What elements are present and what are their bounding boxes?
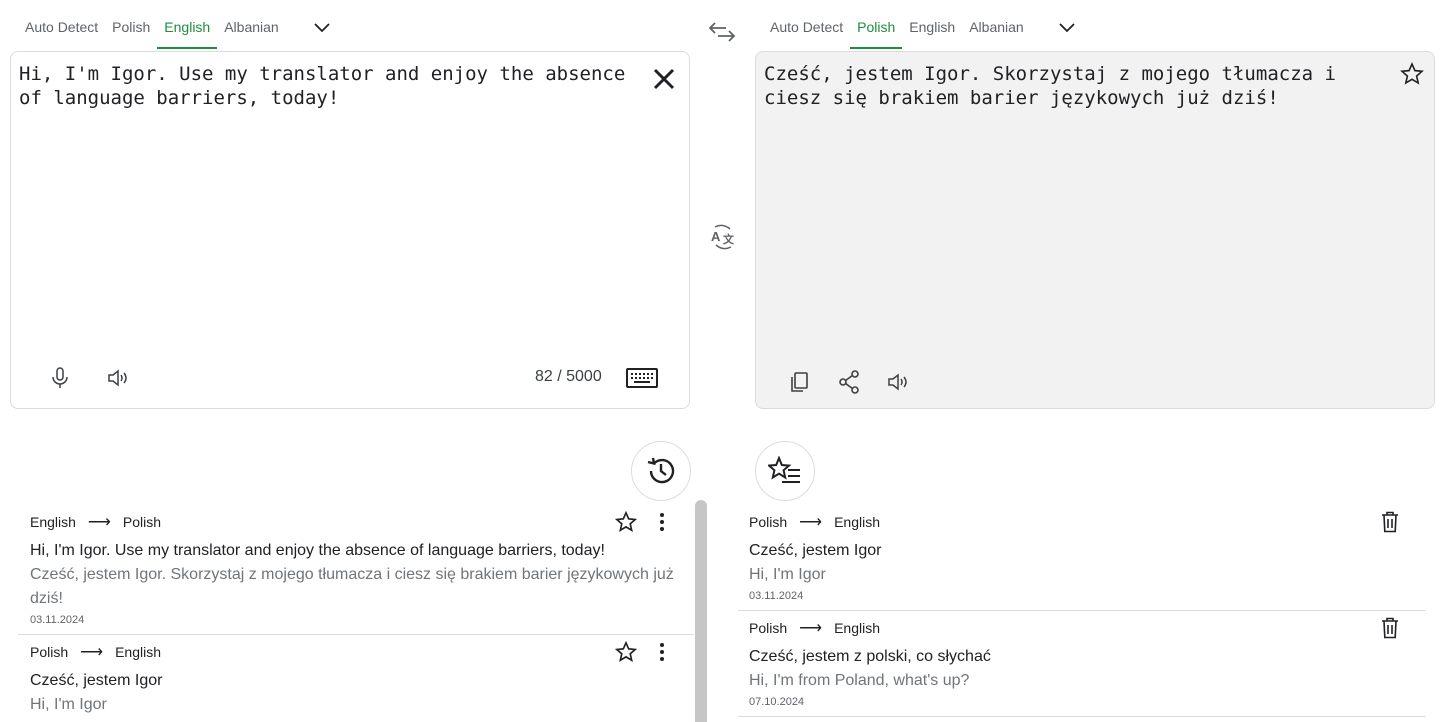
history-button[interactable]: [631, 441, 691, 501]
entry-source-text: Hi, I'm Igor. Use my translator and enjo…: [30, 542, 605, 559]
target-tab-english[interactable]: English: [902, 19, 962, 49]
entry-to-language: English: [834, 514, 880, 530]
arrow-right-icon: ⟶: [799, 620, 823, 637]
speaker-icon: [888, 373, 907, 391]
entry-target-text: Hi, I'm Igor: [30, 696, 107, 713]
star-icon: [615, 641, 637, 662]
entry-source-text: Cześć, jestem Igor: [749, 542, 882, 559]
entry-language-pair: Polish ⟶ English: [30, 643, 694, 661]
more-vert-icon: [660, 643, 664, 661]
target-listen-button[interactable]: [884, 367, 914, 397]
source-language-bar: Auto Detect Polish English Albanian: [18, 12, 340, 49]
entry-source-text: Cześć, jestem Igor: [30, 672, 163, 689]
svg-text:A: A: [711, 229, 721, 244]
target-tab-albanian[interactable]: Albanian: [962, 19, 1031, 49]
more-options-button[interactable]: [650, 640, 674, 664]
entry-language-pair: Polish ⟶ English: [749, 619, 1426, 637]
character-count: 82 / 5000: [535, 368, 602, 385]
source-tab-albanian[interactable]: Albanian: [217, 19, 286, 49]
history-list: English ⟶ Polish Hi, I'm Igor. Use my tr…: [18, 505, 694, 722]
history-entry[interactable]: English ⟶ Polish Hi, I'm Igor. Use my tr…: [18, 505, 694, 635]
entry-target-text: Cześć, jestem Igor. Skorzystaj z mojego …: [30, 566, 674, 607]
swap-languages-button[interactable]: [706, 20, 738, 44]
entry-language-pair: English ⟶ Polish: [30, 513, 694, 531]
arrow-right-icon: ⟶: [80, 644, 104, 661]
entry-date: 07.10.2024: [749, 696, 805, 708]
star-icon: [1400, 62, 1424, 85]
translated-text: Cześć, jestem Igor. Skorzystaj z mojego …: [764, 63, 1348, 109]
source-tab-english[interactable]: English: [157, 19, 218, 49]
entry-target-text: Hi, I'm from Poland, what's up?: [749, 672, 970, 689]
entry-source-text: Cześć, jestem z polski, co słychać: [749, 648, 991, 665]
source-tab-auto-detect[interactable]: Auto Detect: [18, 19, 105, 49]
trash-icon: [1382, 617, 1398, 639]
entry-from-language: Polish: [30, 644, 69, 660]
star-icon: [615, 511, 637, 532]
source-listen-button[interactable]: [104, 363, 134, 393]
target-language-dropdown[interactable]: [1049, 15, 1085, 41]
source-language-dropdown[interactable]: [304, 15, 340, 41]
translate-indicator: A 文: [708, 222, 738, 252]
history-entry[interactable]: Polish ⟶ English Cześć, jestem Igor Hi, …: [18, 635, 694, 722]
source-text-input[interactable]: Hi, I'm Igor. Use my translator and enjo…: [19, 62, 631, 110]
history-scrollbar[interactable]: [695, 500, 707, 722]
entry-language-pair: Polish ⟶ English: [749, 513, 1426, 531]
entry-target-text: Hi, I'm Igor: [749, 566, 826, 583]
target-language-bar: Auto Detect Polish English Albanian: [763, 12, 1085, 49]
target-tab-auto-detect[interactable]: Auto Detect: [763, 19, 850, 49]
arrow-right-icon: ⟶: [87, 514, 111, 531]
entry-from-language: Polish: [749, 514, 788, 530]
entry-from-language: English: [30, 514, 76, 530]
translate-icon: A 文: [711, 224, 735, 250]
delete-saved-button[interactable]: [1378, 510, 1402, 534]
speaker-icon: [108, 369, 127, 387]
saved-translations-button[interactable]: [755, 441, 815, 501]
source-text-panel: Hi, I'm Igor. Use my translator and enjo…: [10, 51, 690, 409]
swap-arrows-icon: [708, 22, 736, 42]
entry-to-language: English: [834, 620, 880, 636]
clear-text-button[interactable]: [649, 64, 679, 94]
copy-icon: [791, 372, 808, 392]
copy-translation-button[interactable]: [784, 367, 814, 397]
saved-entry[interactable]: Polish ⟶ English Cześć, jestem z polski,…: [738, 611, 1426, 717]
delete-saved-button[interactable]: [1378, 616, 1402, 640]
entry-date: 03.11.2024: [749, 590, 804, 602]
saved-list-icon: [768, 456, 800, 483]
microphone-icon: [52, 367, 68, 388]
target-text-panel: Cześć, jestem Igor. Skorzystaj z mojego …: [755, 51, 1435, 409]
history-icon: [647, 457, 675, 484]
share-translation-button[interactable]: [834, 367, 864, 397]
favorite-button[interactable]: [614, 510, 638, 534]
entry-actions: [614, 510, 674, 534]
chevron-down-icon: [1059, 23, 1075, 33]
saved-entry[interactable]: Polish ⟶ English Cześć, jestem Igor Hi, …: [738, 505, 1426, 611]
chevron-down-icon: [314, 23, 330, 33]
share-icon: [839, 370, 859, 394]
entry-actions: [614, 640, 674, 664]
microphone-button[interactable]: [45, 363, 75, 393]
source-tab-polish[interactable]: Polish: [105, 19, 157, 49]
target-tab-polish[interactable]: Polish: [850, 19, 903, 49]
more-options-button[interactable]: [650, 510, 674, 534]
virtual-keyboard-button[interactable]: [625, 363, 659, 393]
favorite-button[interactable]: [614, 640, 638, 664]
keyboard-icon: [626, 368, 658, 388]
svg-text:文: 文: [723, 232, 735, 246]
entry-date: 03.11.2024: [30, 614, 85, 626]
trash-icon: [1382, 511, 1398, 533]
entry-to-language: English: [115, 644, 161, 660]
entry-to-language: Polish: [122, 514, 161, 530]
saved-translations-list: Polish ⟶ English Cześć, jestem Igor Hi, …: [738, 505, 1426, 722]
close-icon: [653, 68, 675, 90]
more-vert-icon: [660, 513, 664, 531]
arrow-right-icon: ⟶: [799, 514, 823, 531]
entry-from-language: Polish: [749, 620, 788, 636]
save-translation-button[interactable]: [1398, 60, 1426, 88]
